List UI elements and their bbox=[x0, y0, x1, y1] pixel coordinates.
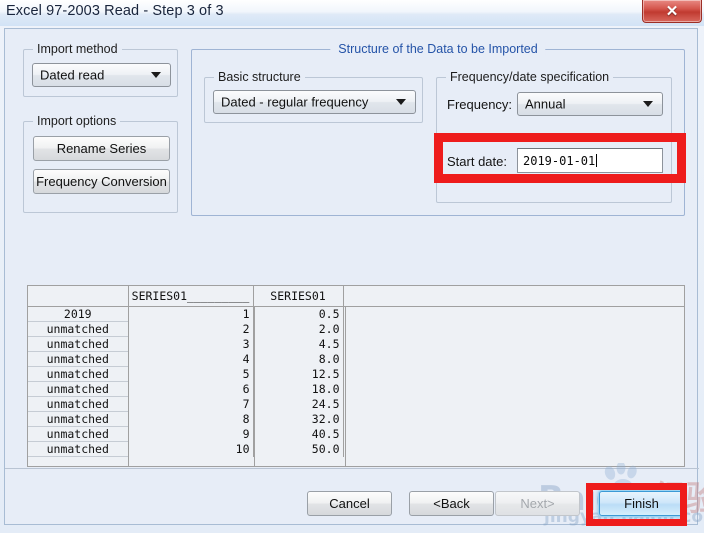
cell-empty bbox=[343, 412, 684, 427]
table-row[interactable]: unmatched 6 18.0 bbox=[28, 382, 684, 397]
cell-series01b: 32.0 bbox=[253, 412, 343, 427]
cell-series01b: 40.5 bbox=[253, 427, 343, 442]
chevron-down-icon bbox=[151, 72, 161, 78]
cell-series01a: 4 bbox=[128, 352, 253, 367]
cell-series01b: 50.0 bbox=[253, 442, 343, 457]
title-bar: Excel 97-2003 Read - Step 3 of 3 ✕ bbox=[0, 0, 704, 26]
cell-series01b: 8.0 bbox=[253, 352, 343, 367]
cell-series01a: 5 bbox=[128, 367, 253, 382]
table-row[interactable]: unmatched 5 12.5 bbox=[28, 367, 684, 382]
structure-group-title: Structure of the Data to be Imported bbox=[330, 42, 545, 56]
chevron-down-icon bbox=[396, 99, 406, 105]
frequency-combobox[interactable]: Annual bbox=[517, 92, 663, 116]
frequency-label: Frequency: bbox=[447, 97, 512, 112]
table-row[interactable]: unmatched 10 50.0 bbox=[28, 442, 684, 457]
data-preview-grid[interactable]: SERIES01_________ SERIES01 2019 1 0.5 un… bbox=[27, 285, 685, 467]
cell-series01a: 3 bbox=[128, 337, 253, 352]
excel-read-wizard-dialog: Excel 97-2003 Read - Step 3 of 3 ✕ Impor… bbox=[0, 0, 704, 533]
basic-structure-combobox[interactable]: Dated - regular frequency bbox=[213, 90, 416, 114]
cell-empty bbox=[343, 307, 684, 322]
cell-empty bbox=[343, 322, 684, 337]
cell-year: unmatched bbox=[28, 322, 128, 337]
cell-series01b: 0.5 bbox=[253, 307, 343, 322]
cell-empty bbox=[343, 352, 684, 367]
cell-series01b: 12.5 bbox=[253, 367, 343, 382]
chevron-down-icon bbox=[643, 101, 653, 107]
cell-year: unmatched bbox=[28, 427, 128, 442]
next-button: Next> bbox=[495, 491, 580, 516]
preview-table: SERIES01_________ SERIES01 2019 1 0.5 un… bbox=[28, 286, 684, 457]
cell-empty bbox=[343, 367, 684, 382]
footer-separator bbox=[5, 468, 699, 469]
table-header-cell-2[interactable]: SERIES01 bbox=[253, 286, 343, 307]
table-row[interactable]: 2019 1 0.5 bbox=[28, 307, 684, 322]
cell-empty bbox=[343, 382, 684, 397]
cell-series01b: 2.0 bbox=[253, 322, 343, 337]
import-method-group-title: Import method bbox=[33, 42, 122, 56]
basic-structure-value: Dated - regular frequency bbox=[221, 95, 368, 110]
cancel-button[interactable]: Cancel bbox=[307, 491, 392, 516]
cell-year: unmatched bbox=[28, 337, 128, 352]
cell-year: unmatched bbox=[28, 382, 128, 397]
rename-series-button[interactable]: Rename Series bbox=[33, 136, 170, 161]
cell-series01b: 24.5 bbox=[253, 397, 343, 412]
table-row[interactable]: unmatched 9 40.5 bbox=[28, 427, 684, 442]
cell-series01a: 10 bbox=[128, 442, 253, 457]
table-row[interactable]: unmatched 8 32.0 bbox=[28, 412, 684, 427]
cell-series01b: 4.5 bbox=[253, 337, 343, 352]
frequency-date-group: Frequency/date specification Frequency: … bbox=[436, 77, 672, 203]
cell-series01b: 18.0 bbox=[253, 382, 343, 397]
preview-table-body: 2019 1 0.5 unmatched 2 2.0 unmatched 3 bbox=[28, 307, 684, 457]
import-options-group-title: Import options bbox=[33, 114, 120, 128]
frequency-conversion-button[interactable]: Frequency Conversion bbox=[33, 169, 170, 194]
dialog-content-panel: Import method Dated read Import options … bbox=[4, 28, 698, 525]
finish-button[interactable]: Finish bbox=[599, 491, 684, 516]
window-title: Excel 97-2003 Read - Step 3 of 3 bbox=[6, 3, 224, 19]
table-row[interactable]: unmatched 3 4.5 bbox=[28, 337, 684, 352]
back-button[interactable]: <Back bbox=[409, 491, 494, 516]
cell-empty bbox=[343, 427, 684, 442]
cell-year: unmatched bbox=[28, 367, 128, 382]
basic-structure-group-title: Basic structure bbox=[214, 70, 305, 84]
cell-year: 2019 bbox=[28, 307, 128, 322]
cell-series01a: 1 bbox=[128, 307, 253, 322]
close-icon: ✕ bbox=[643, 0, 701, 22]
structure-group: Structure of the Data to be Imported Bas… bbox=[191, 49, 685, 216]
cell-series01a: 2 bbox=[128, 322, 253, 337]
start-date-label: Start date: bbox=[447, 154, 507, 169]
close-button[interactable]: ✕ bbox=[642, 0, 702, 23]
import-method-combobox[interactable]: Dated read bbox=[32, 63, 171, 87]
cell-year: unmatched bbox=[28, 442, 128, 457]
start-date-input[interactable]: 2019-01-01 bbox=[517, 148, 663, 173]
basic-structure-group: Basic structure Dated - regular frequenc… bbox=[204, 77, 423, 123]
cell-series01a: 9 bbox=[128, 427, 253, 442]
cell-series01a: 6 bbox=[128, 382, 253, 397]
text-caret bbox=[596, 154, 597, 167]
cell-empty bbox=[343, 397, 684, 412]
cell-series01a: 7 bbox=[128, 397, 253, 412]
frequency-value: Annual bbox=[525, 97, 565, 112]
cell-year: unmatched bbox=[28, 412, 128, 427]
cell-empty bbox=[343, 337, 684, 352]
table-header-cell-3[interactable] bbox=[343, 286, 684, 307]
cell-year: unmatched bbox=[28, 397, 128, 412]
table-row[interactable]: unmatched 7 24.5 bbox=[28, 397, 684, 412]
table-header-row: SERIES01_________ SERIES01 bbox=[28, 286, 684, 307]
cell-series01a: 8 bbox=[128, 412, 253, 427]
frequency-date-group-title: Frequency/date specification bbox=[446, 70, 613, 84]
start-date-value: 2019-01-01 bbox=[518, 154, 595, 168]
import-options-group: Import options Rename Series Frequency C… bbox=[23, 121, 178, 213]
import-method-value: Dated read bbox=[40, 68, 104, 83]
table-row[interactable]: unmatched 4 8.0 bbox=[28, 352, 684, 367]
table-row[interactable]: unmatched 2 2.0 bbox=[28, 322, 684, 337]
import-method-group: Import method Dated read bbox=[23, 49, 178, 97]
cell-year: unmatched bbox=[28, 352, 128, 367]
table-header-cell-1[interactable]: SERIES01_________ bbox=[128, 286, 253, 307]
cell-empty bbox=[343, 442, 684, 457]
table-header-cell-0[interactable] bbox=[28, 286, 128, 307]
